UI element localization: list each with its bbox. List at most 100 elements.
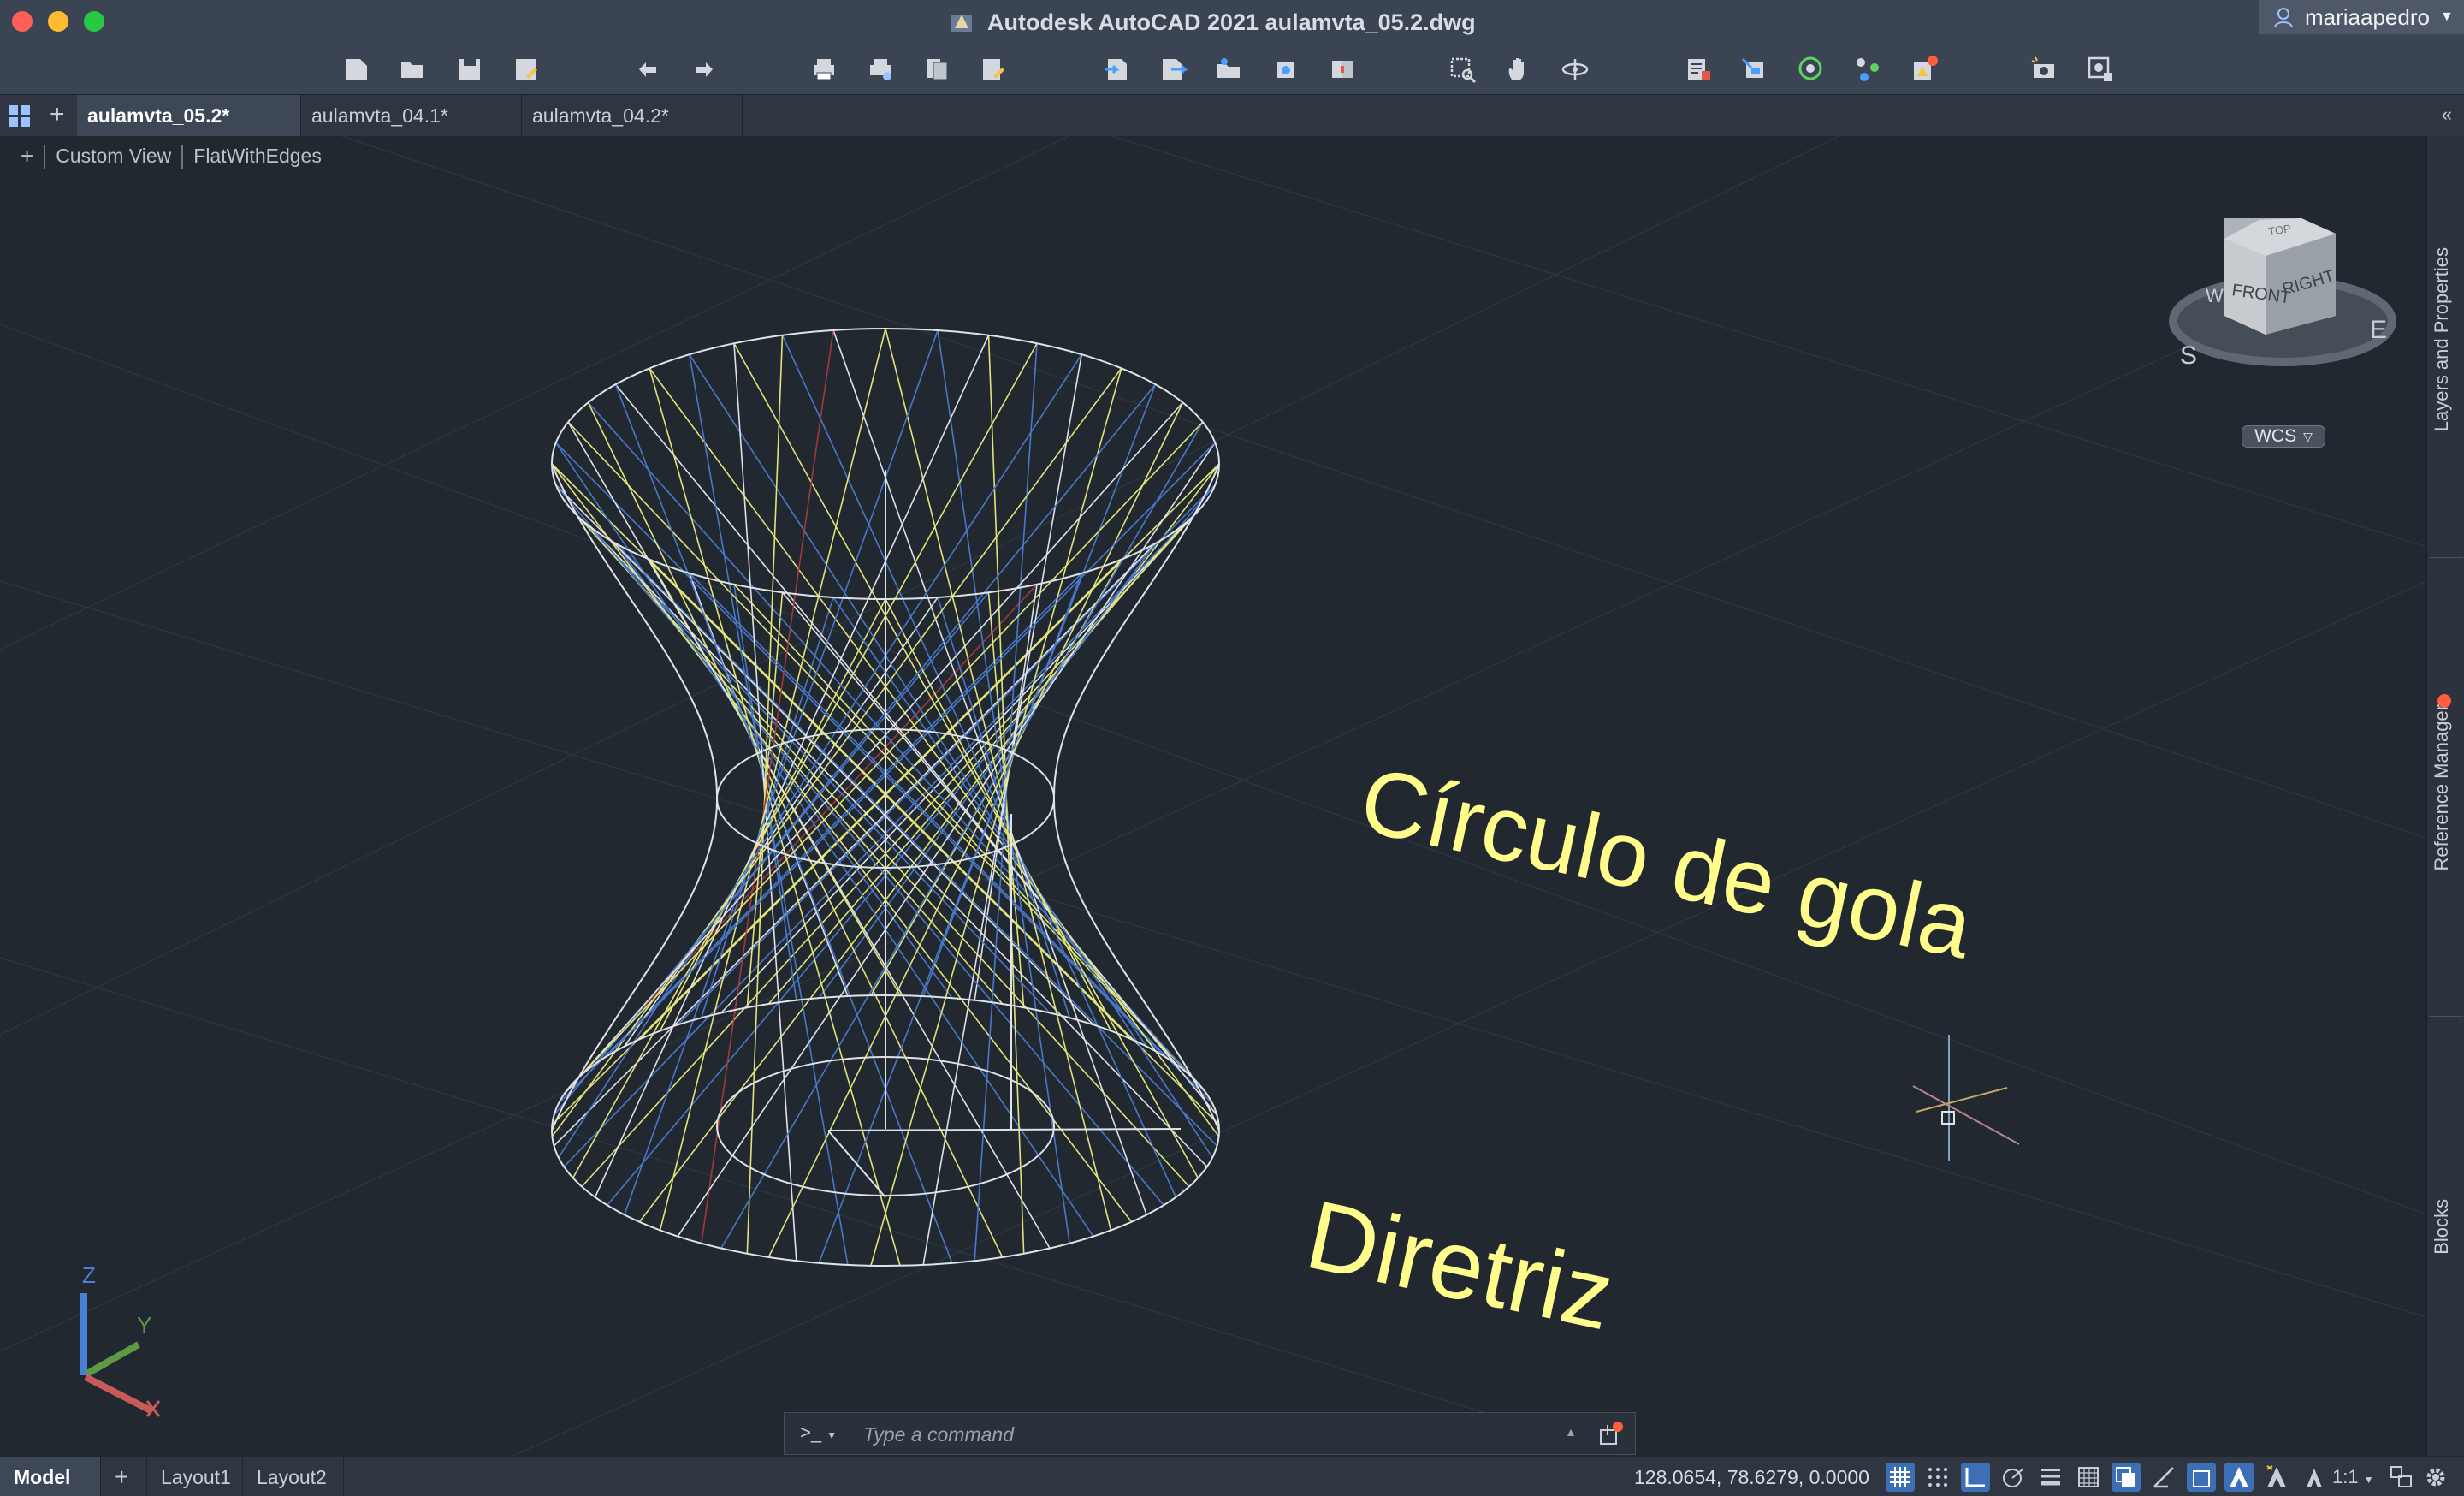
chevron-down-icon: ▽ [2303,429,2313,443]
match-properties-button[interactable] [1679,50,1718,89]
open-drawing-button[interactable] [394,50,433,89]
export-button[interactable] [1153,50,1193,89]
annotation-diretriz[interactable]: Diretriz [1298,1180,1623,1351]
annotation-scale-menu[interactable]: 1:1 ▼ [2332,1466,2374,1488]
ruling-line [581,421,1204,1076]
hand-icon [1508,58,1524,80]
3d-object-snap-toggle[interactable] [2187,1463,2216,1492]
workspace-icon [2390,1466,2412,1487]
undo-button[interactable] [628,50,667,89]
drawing-canvas: Círculo de gola Diretriz Z Y [0,136,2426,1456]
lineweight-toggle[interactable] [2036,1463,2065,1492]
compass-e-label[interactable]: E [2370,316,2387,344]
new-layout-button[interactable]: + [101,1457,147,1496]
page-setup-button[interactable] [917,50,957,89]
new-tab-button[interactable]: + [50,100,65,129]
viewport-menu-plus[interactable]: + [21,143,33,169]
hyperboloid-surface [551,328,1220,1267]
blocks-tab[interactable]: Blocks [2431,1199,2453,1255]
annotation-icon [2230,1467,2248,1487]
settings-button[interactable] [2421,1463,2450,1492]
file-tab[interactable]: aulamvta_04.1* [301,95,522,136]
grid-toggle[interactable] [1886,1463,1915,1492]
crosshair-cursor [1912,1035,2020,1161]
coordinates-readout[interactable]: 128.0654, 78.6279, 0.0000 [1634,1466,1869,1489]
redo-icon [696,62,713,77]
render-button[interactable] [2024,50,2064,89]
ruling-line [624,329,939,1215]
save-button[interactable] [450,50,489,89]
model-viewport[interactable]: Círculo de gola Diretriz Z Y + Custom Vi… [0,136,2426,1456]
triangle-up-icon[interactable]: ▲ [1565,1425,1577,1439]
ucs-y-label: Y [137,1312,151,1338]
selection-cycling-icon [2116,1467,2135,1487]
wcs-label: WCS [2254,426,2297,446]
etransmit-button[interactable] [1266,50,1306,89]
double-chevron-left-icon: « [2441,104,2452,125]
command-history-button[interactable]: >_ ▼ [800,1422,837,1444]
snap-toggle[interactable] [1923,1463,1952,1492]
new-drawing-button[interactable] [337,50,376,89]
ruling-line [659,598,886,1031]
command-customize-button[interactable] [1597,1422,1623,1451]
orbit-button[interactable] [1555,50,1595,89]
viewport-config-button[interactable] [2081,50,2120,89]
close-window-button[interactable] [12,11,33,32]
design-center-button[interactable] [1735,50,1774,89]
grid-icon [9,105,30,127]
command-input[interactable] [862,1421,1481,1448]
collapse-tabs-button[interactable]: « [2442,104,2452,126]
file-tab[interactable]: aulamvta_05.2* [77,95,301,136]
zoom-window-button[interactable] [84,11,104,32]
ruling-line [638,463,1220,1040]
file-tab-label: aulamvta_04.1* [311,104,448,127]
wcs-menu-button[interactable]: WCS ▽ [2242,425,2325,448]
layout-tab-model[interactable]: Model [0,1457,101,1496]
compass-s-label[interactable]: S [2180,341,2197,370]
layout-tab-layout2[interactable]: Layout2 [243,1457,344,1496]
visual-style-control[interactable]: FlatWithEdges [193,145,322,168]
ucs-toggle[interactable] [2149,1463,2178,1492]
file-tab[interactable]: aulamvta_04.2* [522,95,743,136]
reference-manager-tab[interactable]: Reference Manager [2431,704,2453,870]
redo-button[interactable] [684,50,724,89]
ruling-line [551,463,1133,1040]
share-button[interactable] [1210,50,1249,89]
polar-tracking-toggle[interactable] [1999,1463,2028,1492]
layout-tab-layout1[interactable]: Layout1 [147,1457,243,1496]
publish-button[interactable] [974,50,1013,89]
sheet-set-manager-button[interactable] [1848,50,1887,89]
plus-icon: + [115,1463,129,1490]
properties-icon [1688,59,1710,80]
selection-cycling-toggle[interactable] [2112,1463,2141,1492]
annotation-circulo-de-gola[interactable]: Círculo de gola [1352,747,1982,978]
compass-w-label[interactable]: W [2206,285,2224,306]
layout-tab-label: Model [14,1465,71,1488]
import-button[interactable] [1097,50,1136,89]
pan-button[interactable] [1499,50,1538,89]
save-as-button[interactable] [506,50,546,89]
transparency-toggle[interactable] [2074,1463,2103,1492]
viewcube[interactable]: TOP FRONT RIGHT S E W [2165,210,2401,381]
grid-display-icon [1890,1467,1910,1487]
gear-icon [2426,1468,2445,1487]
ruling-line [818,543,1157,999]
annotation-visibility-toggle[interactable] [2224,1463,2254,1492]
workspace-switch[interactable] [2387,1463,2416,1492]
auto-scale-toggle[interactable] [2262,1463,2291,1492]
user-menu[interactable]: mariaapedro ▼ [2259,0,2464,34]
start-tab-button[interactable] [7,104,33,134]
orbit-icon [1561,59,1589,80]
zoom-window-tool-button[interactable] [1442,50,1482,89]
xref-button[interactable] [1792,50,1831,89]
markup-button[interactable] [1904,50,1944,89]
sheet-set-button[interactable] [1323,50,1362,89]
layers-and-properties-tab[interactable]: Layers and Properties [2431,247,2453,431]
minimize-window-button[interactable] [48,11,68,32]
ortho-toggle[interactable] [1961,1463,1990,1492]
batch-plot-button[interactable] [861,50,900,89]
undo-icon [639,62,656,77]
annotation-scale-icon[interactable] [2300,1463,2329,1492]
plot-button[interactable] [804,50,844,89]
view-name-control[interactable]: Custom View [56,145,171,168]
